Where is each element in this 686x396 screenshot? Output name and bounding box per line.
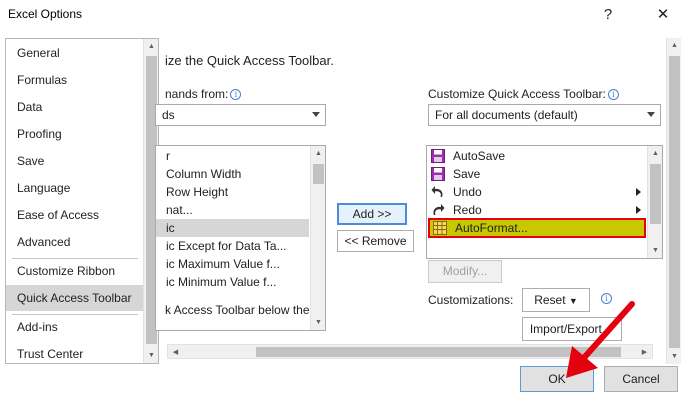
list-item[interactable]: ic Minimum Value f... — [166, 273, 276, 291]
nav-item-proofing[interactable]: Proofing — [6, 121, 144, 147]
show-below-ribbon-label[interactable]: k Access Toolbar below the — [165, 303, 310, 317]
nav-item-ease-of-access[interactable]: Ease of Access — [6, 202, 144, 228]
list-item[interactable]: Undo — [427, 183, 647, 201]
nav-item-trust-center[interactable]: Trust Center — [6, 341, 144, 363]
list-item[interactable]: Column Width — [166, 165, 241, 183]
qat-scope-dropdown[interactable]: For all documents (default) — [428, 104, 661, 126]
submenu-arrow-icon — [636, 188, 641, 196]
nav-item-customize-ribbon[interactable]: Customize Ribbon — [6, 258, 144, 284]
nav-item-language[interactable]: Language — [6, 175, 144, 201]
remove-button[interactable]: << Remove — [337, 230, 414, 252]
nav-item-quick-access-toolbar[interactable]: Quick Access Toolbar — [6, 285, 144, 311]
scroll-up-icon[interactable]: ▲ — [311, 146, 325, 161]
help-icon[interactable]: ? — [597, 4, 619, 26]
scroll-down-icon[interactable]: ▼ — [667, 349, 682, 364]
scroll-left-icon[interactable]: ◀ — [168, 345, 183, 360]
list-item[interactable]: ic Maximum Value f... — [166, 255, 280, 273]
list-item[interactable]: Row Height — [166, 183, 228, 201]
undo-icon — [431, 186, 443, 197]
list-item-selected[interactable]: ic — [156, 219, 309, 237]
list-item[interactable]: nat... — [166, 201, 193, 219]
nav-item-save[interactable]: Save — [6, 148, 144, 174]
page-heading: ize the Quick Access Toolbar. — [165, 53, 334, 68]
nav-item-general[interactable]: General — [6, 40, 144, 66]
table-format-icon — [433, 221, 447, 235]
customize-qat-label: Customize Quick Access Toolbar: i — [428, 87, 619, 101]
scroll-up-icon[interactable]: ▲ — [144, 39, 158, 54]
save-icon — [431, 149, 445, 163]
list-item-selected[interactable]: AutoFormat... — [428, 218, 646, 238]
qat-scrollbar[interactable]: ▲ ▼ — [647, 146, 662, 258]
window-title: Excel Options — [8, 7, 83, 21]
scroll-up-icon[interactable]: ▲ — [667, 38, 682, 53]
list-item[interactable]: AutoSave — [427, 147, 647, 165]
commands-scrollbar[interactable]: ▲ ▼ — [310, 146, 325, 330]
scroll-thumb[interactable] — [313, 164, 324, 184]
scroll-thumb[interactable] — [650, 164, 661, 224]
info-icon: i — [230, 89, 242, 100]
list-item[interactable]: Redo — [427, 201, 647, 219]
info-icon: i — [607, 89, 619, 100]
scroll-down-icon[interactable]: ▼ — [648, 243, 662, 258]
nav-item-data[interactable]: Data — [6, 94, 144, 120]
nav-item-advanced[interactable]: Advanced — [6, 229, 144, 255]
options-nav: General Formulas Data Proofing Save Lang… — [5, 38, 159, 364]
redo-icon — [433, 204, 445, 215]
qat-commands-list: AutoSave Save Undo Redo AutoFormat... ▲ … — [426, 145, 663, 259]
chevron-down-icon — [312, 112, 320, 117]
modify-button[interactable]: Modify... — [428, 260, 502, 283]
list-item[interactable]: ic Except for Data Ta... — [166, 237, 287, 255]
scroll-down-icon[interactable]: ▼ — [311, 315, 325, 330]
nav-item-formulas[interactable]: Formulas — [6, 67, 144, 93]
close-icon[interactable]: ✕ — [652, 4, 674, 26]
main-scrollbar[interactable]: ▲ ▼ — [666, 38, 681, 364]
list-item[interactable]: r — [166, 147, 170, 165]
list-item[interactable]: Save — [427, 165, 647, 183]
save-icon — [431, 167, 445, 181]
add-button[interactable]: Add >> — [337, 203, 407, 225]
chevron-down-icon — [647, 112, 655, 117]
title-bar: Excel Options ? ✕ — [0, 0, 686, 30]
nav-item-add-ins[interactable]: Add-ins — [6, 314, 144, 340]
scroll-up-icon[interactable]: ▲ — [648, 146, 662, 161]
customizations-label: Customizations: — [428, 293, 514, 307]
commands-from-dropdown[interactable]: ds — [155, 104, 326, 126]
scroll-down-icon[interactable]: ▼ — [144, 348, 158, 363]
submenu-arrow-icon — [636, 206, 641, 214]
commands-from-label: nands from: i — [165, 87, 242, 101]
annotation-arrow-icon — [566, 301, 635, 378]
scroll-thumb[interactable] — [669, 56, 680, 348]
